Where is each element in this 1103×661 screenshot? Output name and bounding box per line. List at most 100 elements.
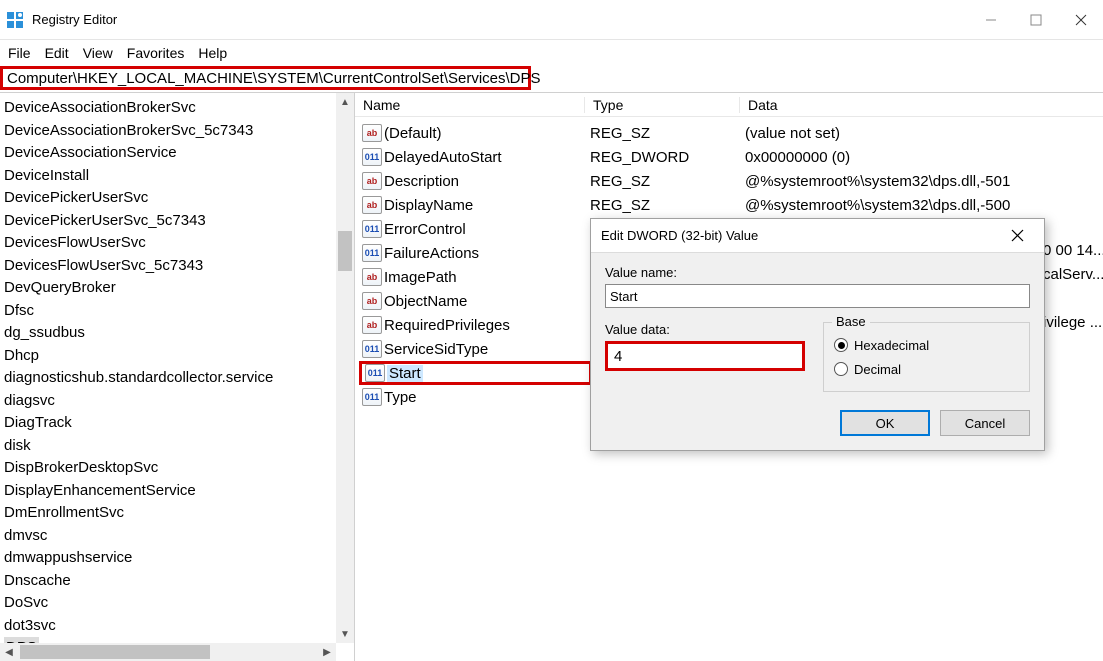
value-name: Description [384,173,584,190]
radio-hex-indicator [834,338,848,352]
overflow-text: calServ... [1043,266,1103,283]
maximize-button[interactable] [1013,4,1058,36]
value-row[interactable]: abDisplayNameREG_SZ@%systemroot%\system3… [355,193,1103,217]
tree-horizontal-scrollbar[interactable]: ◀ ▶ [0,643,336,661]
tree-item[interactable]: DeviceAssociationBrokerSvc [4,97,354,120]
column-header-data[interactable]: Data [740,97,1103,113]
tree-item[interactable]: DevQueryBroker [4,277,354,300]
scroll-left-button[interactable]: ◀ [0,643,18,661]
value-row[interactable]: 011DelayedAutoStartREG_DWORD0x00000000 (… [355,145,1103,169]
minimize-button[interactable] [968,4,1013,36]
overflow-text: ivilege ... [1043,314,1102,331]
binary-value-icon: 011 [362,148,382,166]
regedit-icon [6,11,24,29]
tree-item[interactable]: dot3svc [4,615,354,638]
value-type: REG_SZ [584,197,739,214]
tree-item[interactable]: DevicesFlowUserSvc_5c7343 [4,255,354,278]
value-data-label: Value data: [605,322,805,337]
value-name-field[interactable]: Start [605,284,1030,308]
binary-value-icon: 011 [365,364,385,382]
value-row[interactable]: abDescriptionREG_SZ@%systemroot%\system3… [355,169,1103,193]
value-type: REG_SZ [584,173,739,190]
radio-decimal[interactable]: Decimal [834,357,1019,381]
overflow-text: 0 00 14... [1043,242,1103,259]
window-title: Registry Editor [32,12,117,27]
dialog-close-button[interactable] [1000,222,1034,250]
value-name: ObjectName [384,293,584,310]
menu-favorites[interactable]: Favorites [127,45,185,61]
menu-file[interactable]: File [8,45,31,61]
value-name: ErrorControl [384,221,584,238]
tree-item[interactable]: DevicesFlowUserSvc [4,232,354,255]
tree-vertical-scrollbar[interactable]: ▲ ▼ [336,93,354,643]
ok-button-label: OK [876,416,895,431]
tree-item[interactable]: DeviceInstall [4,165,354,188]
radio-hexadecimal[interactable]: Hexadecimal [834,333,1019,357]
tree-item[interactable]: Dfsc [4,300,354,323]
base-group-label: Base [832,314,870,329]
tree-item[interactable]: Dhcp [4,345,354,368]
value-name: ServiceSidType [384,341,584,358]
string-value-icon: ab [362,268,382,286]
value-name: FailureActions [384,245,584,262]
window-titlebar: Registry Editor [0,0,1103,40]
address-text: Computer\HKEY_LOCAL_MACHINE\SYSTEM\Curre… [7,70,541,87]
value-type: REG_SZ [584,125,739,142]
tree-item[interactable]: DevicePickerUserSvc [4,187,354,210]
value-data-input[interactable]: 4 [605,341,805,371]
menu-edit[interactable]: Edit [45,45,69,61]
cancel-button-label: Cancel [965,416,1005,431]
ok-button[interactable]: OK [840,410,930,436]
value-data: (value not set) [739,125,1103,142]
value-name-text: Start [610,289,637,304]
value-name: DelayedAutoStart [384,149,584,166]
value-type: REG_DWORD [584,149,739,166]
value-data: @%systemroot%\system32\dps.dll,-500 [739,197,1103,214]
column-header-type[interactable]: Type [585,97,740,113]
radio-dec-indicator [834,362,848,376]
tree-item[interactable]: DeviceAssociationService [4,142,354,165]
tree-item[interactable]: DispBrokerDesktopSvc [4,457,354,480]
tree-item[interactable]: DiagTrack [4,412,354,435]
binary-value-icon: 011 [362,244,382,262]
menu-view[interactable]: View [83,45,113,61]
base-group: Base Hexadecimal Decimal [823,322,1030,392]
menubar: File Edit View Favorites Help [0,40,1103,66]
tree-pane: DeviceAssociationBrokerSvcDeviceAssociat… [0,93,355,661]
tree-item[interactable]: DevicePickerUserSvc_5c7343 [4,210,354,233]
tree-item[interactable]: Dnscache [4,570,354,593]
tree-item[interactable]: DoSvc [4,592,354,615]
column-header-name[interactable]: Name [355,97,585,113]
string-value-icon: ab [362,292,382,310]
radio-hex-label: Hexadecimal [854,338,929,353]
value-name: RequiredPrivileges [384,317,584,334]
cancel-button[interactable]: Cancel [940,410,1030,436]
tree-item[interactable]: dmwappushservice [4,547,354,570]
tree-item[interactable]: diagnosticshub.standardcollector.service [4,367,354,390]
tree-item[interactable]: diagsvc [4,390,354,413]
scroll-thumb-horizontal[interactable] [20,645,210,659]
scroll-down-button[interactable]: ▼ [336,625,354,643]
value-data: 0x00000000 (0) [739,149,1103,166]
tree-item[interactable]: dg_ssudbus [4,322,354,345]
string-value-icon: ab [362,172,382,190]
binary-value-icon: 011 [362,220,382,238]
tree-item[interactable]: DmEnrollmentSvc [4,502,354,525]
tree-item[interactable]: DisplayEnhancementService [4,480,354,503]
scroll-thumb-vertical[interactable] [338,231,352,271]
radio-dec-label: Decimal [854,362,901,377]
tree-item[interactable]: DeviceAssociationBrokerSvc_5c7343 [4,120,354,143]
menu-help[interactable]: Help [198,45,227,61]
value-row[interactable]: ab(Default)REG_SZ(value not set) [355,121,1103,145]
dialog-titlebar: Edit DWORD (32-bit) Value [591,219,1044,253]
string-value-icon: ab [362,124,382,142]
tree-item[interactable]: disk [4,435,354,458]
address-bar[interactable]: Computer\HKEY_LOCAL_MACHINE\SYSTEM\Curre… [0,66,531,90]
values-columns-header: Name Type Data [355,93,1103,117]
close-button[interactable] [1058,4,1103,36]
scroll-right-button[interactable]: ▶ [318,643,336,661]
value-name-label: Value name: [605,265,1030,280]
scroll-up-button[interactable]: ▲ [336,93,354,111]
tree-item[interactable]: dmvsc [4,525,354,548]
value-name: (Default) [384,125,584,142]
